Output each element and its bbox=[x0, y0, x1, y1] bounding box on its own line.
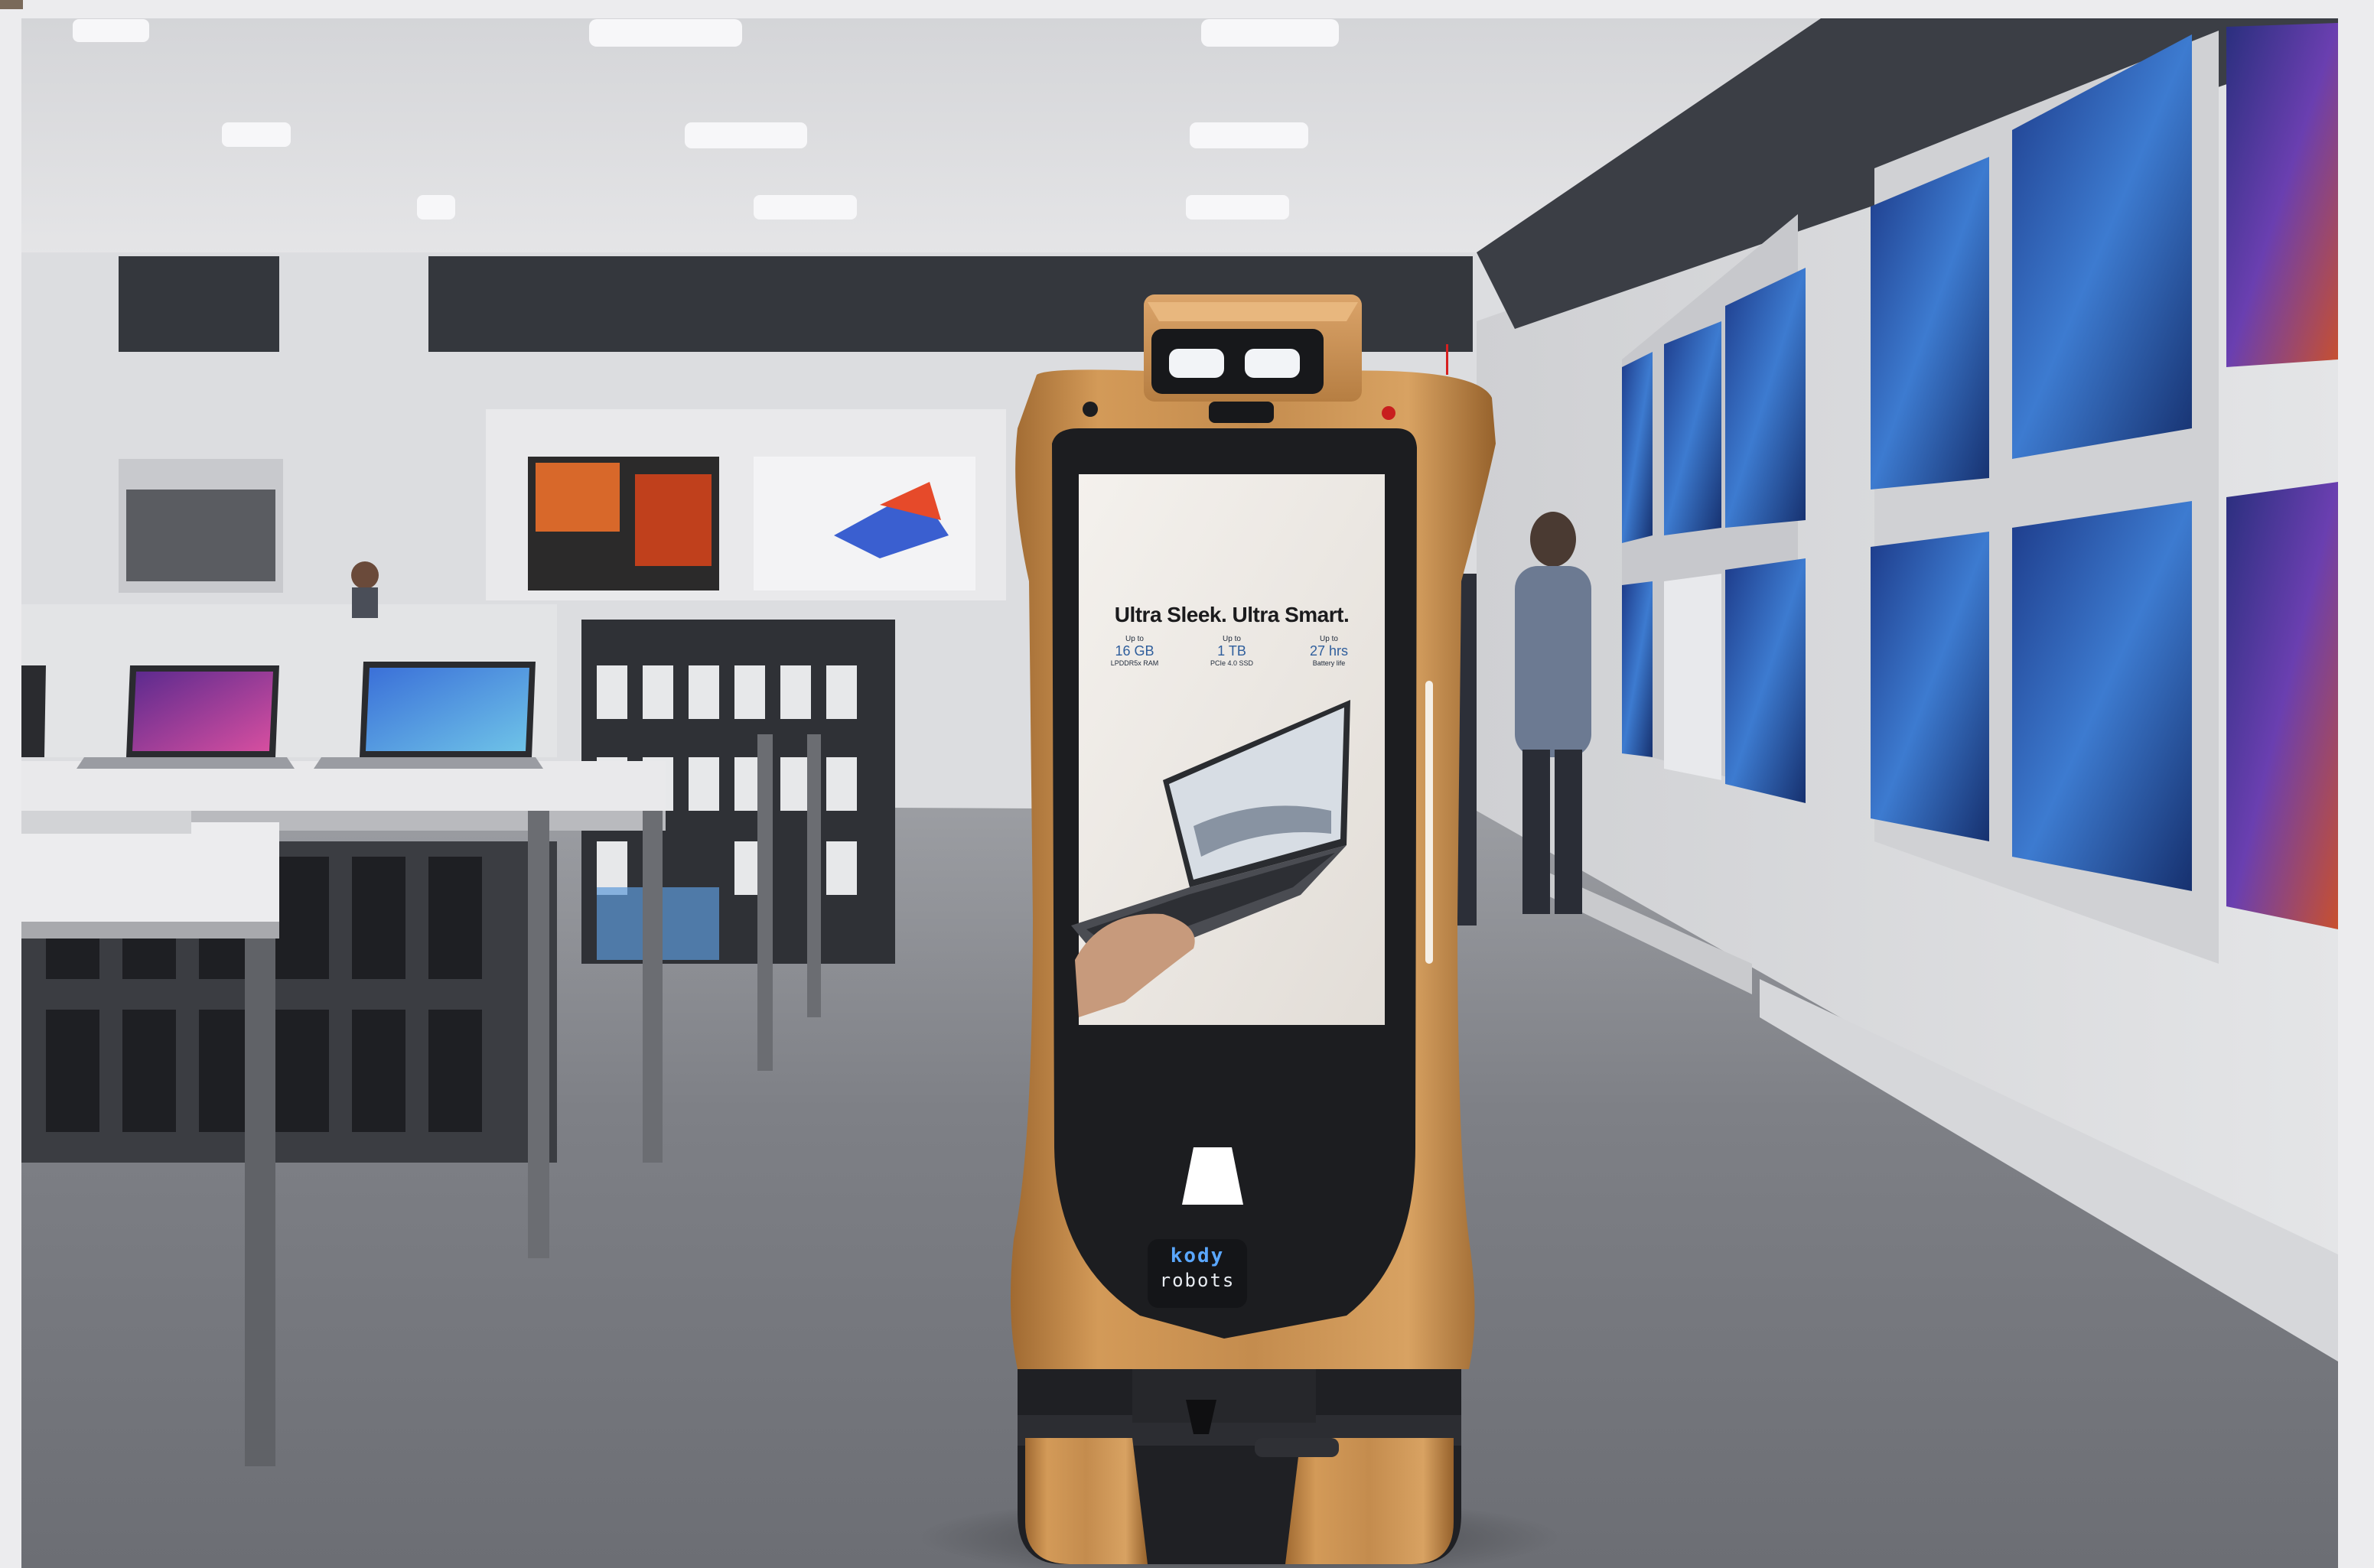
spec-value: 27 hrs bbox=[1309, 643, 1349, 659]
logo-line-1: kody bbox=[1170, 1244, 1225, 1267]
screen-headline: Ultra Sleek. Ultra Smart. bbox=[1114, 603, 1350, 626]
robot-logo: kody robots bbox=[1148, 1243, 1247, 1304]
spec-value: 1 TB bbox=[1217, 643, 1246, 659]
spec-item-ram: Up to 16 GB LPDDR5x RAM bbox=[1093, 635, 1177, 667]
spec-prefix: Up to bbox=[1223, 635, 1241, 643]
spec-item-battery: Up to 27 hrs Battery life bbox=[1287, 635, 1371, 667]
spec-caption: LPDDR5x RAM bbox=[1110, 659, 1159, 667]
spec-value: 16 GB bbox=[1115, 643, 1154, 659]
logo-line-2: robots bbox=[1159, 1270, 1236, 1291]
spec-prefix: Up to bbox=[1320, 635, 1338, 643]
robot-screen-content: Ultra Sleek. Ultra Smart. Up to 16 GB LP… bbox=[1079, 474, 1385, 1025]
spec-caption: Battery life bbox=[1312, 659, 1346, 667]
spec-caption: PCIe 4.0 SSD bbox=[1210, 659, 1254, 667]
spec-item-storage: Up to 1 TB PCIe 4.0 SSD bbox=[1190, 635, 1274, 667]
spec-prefix: Up to bbox=[1125, 635, 1144, 643]
